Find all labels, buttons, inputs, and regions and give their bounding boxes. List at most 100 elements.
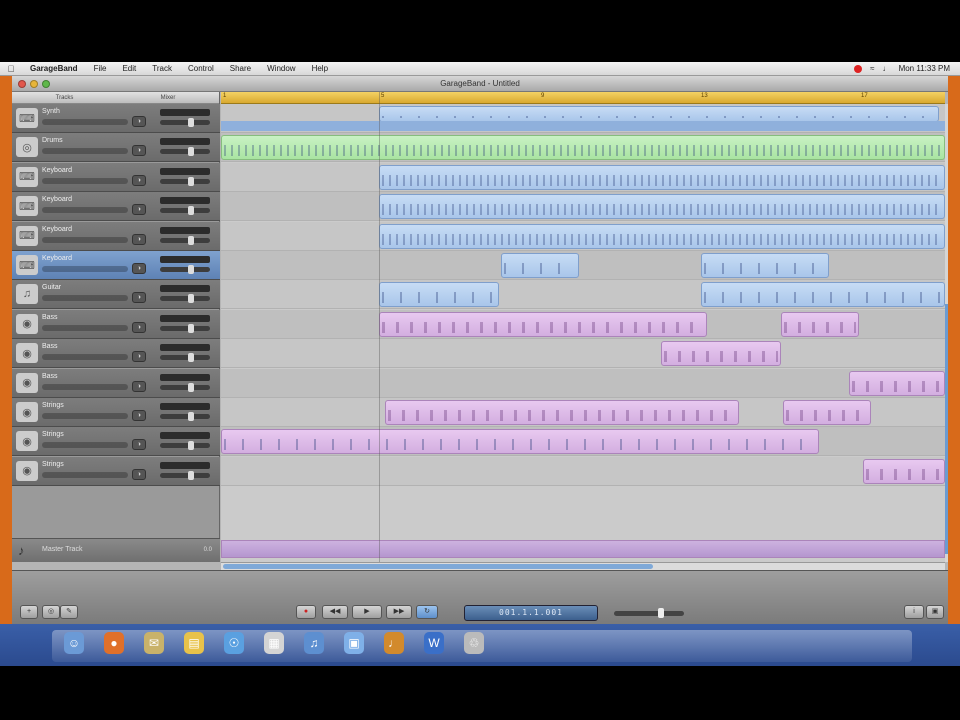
- track-volume-slider[interactable]: [160, 294, 210, 304]
- track-lane[interactable]: [221, 368, 945, 398]
- fast-forward-button[interactable]: ▶▶: [386, 605, 412, 619]
- firefox-icon[interactable]: ●: [104, 632, 124, 654]
- master-track-header[interactable]: ♪ Master Track 0.0: [12, 538, 220, 562]
- track-volume-slider[interactable]: [160, 470, 210, 480]
- music-region[interactable]: [379, 106, 939, 122]
- track-volume-slider[interactable]: [160, 118, 210, 127]
- track-mute-button[interactable]: ◑: [132, 145, 146, 157]
- editor-button[interactable]: ✎: [60, 605, 78, 619]
- track-name[interactable]: Keyboard: [42, 167, 72, 174]
- track-volume-slider[interactable]: [160, 353, 210, 363]
- menu-help[interactable]: Help: [304, 64, 336, 73]
- music-region[interactable]: [379, 282, 499, 308]
- track-volume-slider[interactable]: [160, 412, 210, 421]
- track-lane[interactable]: [221, 339, 945, 369]
- add-track-button[interactable]: +: [20, 605, 38, 619]
- track-name[interactable]: Strings: [42, 402, 64, 409]
- track-mute-button[interactable]: ◑: [132, 468, 146, 480]
- track-name[interactable]: Keyboard: [42, 226, 72, 233]
- music-region[interactable]: [221, 429, 819, 455]
- menu-file[interactable]: File: [86, 64, 115, 73]
- track-name[interactable]: Drums: [42, 137, 63, 144]
- menu-control[interactable]: Control: [180, 64, 222, 73]
- track-header[interactable]: ⌨ Keyboard ◑: [12, 221, 220, 251]
- track-header[interactable]: ⌨ Keyboard ◑: [12, 251, 220, 280]
- menu-window[interactable]: Window: [259, 64, 303, 73]
- track-mute-button[interactable]: ◑: [132, 174, 146, 186]
- track-mute-button[interactable]: ◑: [132, 380, 146, 392]
- track-volume-slider[interactable]: [160, 382, 210, 392]
- track-name[interactable]: Keyboard: [42, 255, 72, 262]
- vertical-scrollbar[interactable]: [945, 104, 948, 562]
- track-volume-slider[interactable]: [160, 206, 210, 216]
- track-volume-slider[interactable]: [160, 176, 210, 186]
- itunes-icon[interactable]: ♫: [304, 632, 324, 654]
- horizontal-scrollbar[interactable]: [221, 562, 945, 570]
- play-button[interactable]: ▶: [352, 605, 382, 619]
- mail-icon[interactable]: ✉: [144, 632, 164, 654]
- master-track-lane[interactable]: [221, 540, 945, 558]
- track-info-button[interactable]: i: [904, 605, 924, 619]
- beat-ruler[interactable]: 1 5 9 13 17: [221, 92, 945, 104]
- track-mute-button[interactable]: ◑: [132, 204, 146, 216]
- track-header[interactable]: ◉ Bass ◑: [12, 309, 220, 339]
- track-header[interactable]: ♫ Guitar ◑: [12, 280, 220, 310]
- track-mute-button[interactable]: ◑: [132, 410, 146, 421]
- track-mute-button[interactable]: ◑: [132, 263, 146, 274]
- automation-band[interactable]: [221, 121, 945, 131]
- track-mute-button[interactable]: ◑: [132, 351, 146, 363]
- time-display[interactable]: 001.1.1.001: [464, 605, 598, 621]
- music-region[interactable]: [379, 194, 945, 220]
- music-region[interactable]: [501, 253, 579, 278]
- wifi-icon[interactable]: ≈: [870, 64, 874, 73]
- track-name[interactable]: Bass: [42, 314, 58, 321]
- track-volume-slider[interactable]: [160, 441, 210, 451]
- track-mute-button[interactable]: ◑: [132, 233, 146, 245]
- cycle-button[interactable]: ↻: [416, 605, 438, 619]
- apple-menu-icon[interactable]: : [0, 64, 22, 74]
- trash-icon[interactable]: ♲: [464, 632, 484, 654]
- menu-app-name[interactable]: GarageBand: [22, 64, 86, 73]
- music-region[interactable]: [863, 458, 945, 484]
- track-header[interactable]: ⌨ Keyboard ◑: [12, 162, 220, 192]
- music-region[interactable]: [849, 370, 945, 396]
- timeline-area[interactable]: 1 5 9 13 17: [221, 92, 945, 562]
- menu-clock[interactable]: Mon 11:33 PM: [899, 64, 950, 73]
- playhead[interactable]: [379, 92, 380, 562]
- recording-indicator-icon[interactable]: [854, 64, 863, 73]
- music-region[interactable]: [379, 311, 707, 337]
- music-region[interactable]: [661, 341, 781, 367]
- ical-icon[interactable]: ▦: [264, 632, 284, 654]
- record-button[interactable]: ●: [296, 605, 316, 619]
- folder-icon[interactable]: ▤: [184, 632, 204, 654]
- track-header[interactable]: ◉ Strings ◑: [12, 398, 220, 427]
- master-volume-knob[interactable]: [658, 608, 664, 618]
- horizontal-scroll-thumb[interactable]: [223, 564, 653, 569]
- track-name[interactable]: Guitar: [42, 284, 61, 291]
- track-volume-slider[interactable]: [160, 235, 210, 245]
- music-region[interactable]: [783, 400, 871, 425]
- menu-edit[interactable]: Edit: [114, 64, 144, 73]
- track-volume-slider[interactable]: [160, 265, 210, 274]
- track-header[interactable]: ⌨ Keyboard ◑: [12, 192, 220, 222]
- safari-icon[interactable]: ☉: [224, 632, 244, 654]
- track-mute-button[interactable]: ◑: [132, 292, 146, 304]
- track-header[interactable]: ◉ Strings ◑: [12, 427, 220, 457]
- track-mute-button[interactable]: ◑: [132, 116, 146, 127]
- track-mute-button[interactable]: ◑: [132, 439, 146, 451]
- track-name[interactable]: Keyboard: [42, 196, 72, 203]
- music-region[interactable]: [221, 135, 945, 161]
- track-name[interactable]: Bass: [42, 373, 58, 380]
- track-header[interactable]: ⌨ Synth ◑: [12, 104, 220, 133]
- media-browser-button[interactable]: ▣: [926, 605, 944, 619]
- garageband-icon[interactable]: ♩: [384, 632, 404, 654]
- music-region[interactable]: [379, 164, 945, 190]
- track-header[interactable]: ◎ Drums ◑: [12, 133, 220, 163]
- loop-browser-button[interactable]: ◎: [42, 605, 60, 619]
- track-name[interactable]: Synth: [42, 108, 60, 115]
- menu-share[interactable]: Share: [222, 64, 259, 73]
- track-volume-slider[interactable]: [160, 147, 210, 157]
- menu-track[interactable]: Track: [144, 64, 180, 73]
- track-lane[interactable]: [221, 456, 945, 486]
- music-region[interactable]: [701, 282, 945, 308]
